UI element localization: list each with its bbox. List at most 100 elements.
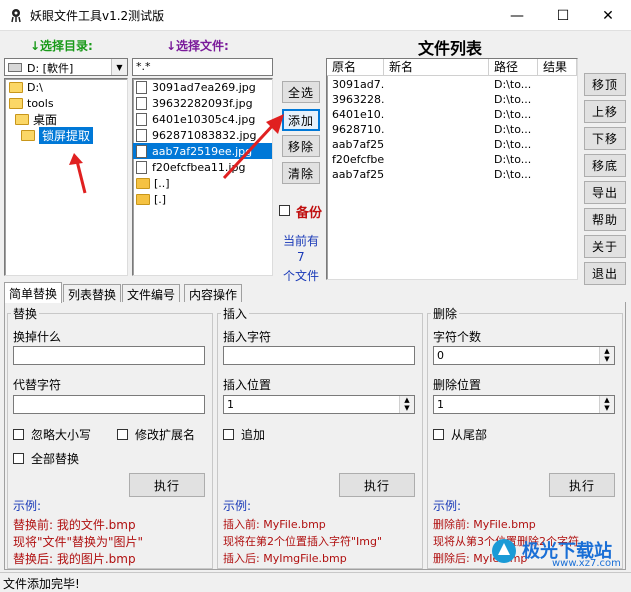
delete-pos-label: 删除位置 [433,378,482,392]
spin-arrows-icon[interactable]: ▲ ▼ [399,396,414,413]
delete-run-button[interactable]: 执行 [549,473,615,497]
find-label: 换掉什么 [13,330,62,344]
file-list-title: 文件列表 [418,39,483,58]
delete-count-stepper[interactable]: 0 ▲ ▼ [433,346,615,365]
column-header-result[interactable]: 结果 [538,59,577,76]
tab-file-numbering[interactable]: 文件编号 [122,284,181,303]
title-bar: 妖眼文件工具v1.2测试版 — ☐ ✕ [0,0,631,31]
file-filter-input[interactable]: *.* [132,58,273,76]
select-all-button[interactable]: 全选 [282,81,320,103]
insert-pos-label: 插入位置 [223,378,272,392]
insert-pos-stepper[interactable]: 1 ▲ ▼ [223,395,415,414]
watermark-url: www.xz7.com [552,558,621,569]
delete-example-before: 删除前: MyFile.bmp [433,518,536,531]
append-checkbox[interactable] [223,429,234,440]
file-count-value: 7 [297,250,305,264]
backup-checkbox[interactable] [279,205,290,216]
ignore-case-label: 忽略大小写 [31,428,92,442]
from-end-label: 从尾部 [451,428,488,442]
folder-open-icon [21,129,35,141]
insert-example-action: 现将在第2个位置插入字符"Img" [223,535,383,548]
delete-group-label: 删除 [431,305,460,322]
exit-button[interactable]: 退出 [584,262,626,285]
tree-item-desktop[interactable]: 桌面 [15,111,57,127]
annotation-arrow-icon [69,153,87,194]
replace-with-input[interactable] [13,395,205,414]
file-item[interactable]: 3091ad7ea269.jpg [133,79,272,95]
file-icon [136,160,147,174]
insert-run-button[interactable]: 执行 [339,473,415,497]
insert-example-after: 插入后: MyImgFile.bmp [223,552,347,565]
replace-example-title: 示例: [13,499,42,513]
chevron-down-icon[interactable]: ▼ [111,59,127,75]
replace-example-before: 替换前: 我的文件.bmp [13,518,136,532]
insert-example-title: 示例: [223,499,252,513]
tree-item-tools[interactable]: tools [9,95,54,111]
append-label: 追加 [241,428,266,442]
drive-select[interactable]: D: [軟件] ▼ [4,58,128,76]
insert-char-input[interactable] [223,346,415,365]
move-top-button[interactable]: 移顶 [584,73,626,96]
spin-arrows-icon[interactable]: ▲ ▼ [599,347,614,364]
replace-all-label: 全部替换 [31,452,80,466]
close-button[interactable]: ✕ [585,0,631,31]
watermark: 极光下载站 www.xz7.com [490,535,630,571]
insert-group-label: 插入 [221,305,250,322]
column-header-original[interactable]: 原名 [327,59,384,76]
export-button[interactable]: 导出 [584,181,626,204]
drive-icon [8,63,22,72]
help-button[interactable]: 帮助 [584,208,626,231]
select-dir-label: ↓选择目录: [30,39,93,53]
annotation-arrow-icon [222,114,284,180]
change-ext-checkbox[interactable] [117,429,128,440]
file-icon [136,80,147,94]
spin-arrows-icon[interactable]: ▲ ▼ [599,396,614,413]
move-down-button[interactable]: 下移 [584,127,626,150]
delete-example-title: 示例: [433,499,462,513]
insert-example-before: 插入前: MyFile.bmp [223,518,326,531]
folder-icon [136,177,150,189]
folder-open-icon [9,81,23,93]
file-item[interactable]: 39632282093f.jpg [133,95,272,111]
delete-count-label: 字符个数 [433,330,482,344]
replace-example-action: 现将"文件"替换为"图片" [13,535,144,549]
file-count-prefix: 当前有 [283,234,320,248]
column-header-new[interactable]: 新名 [384,59,489,76]
insert-char-label: 插入字符 [223,330,272,344]
replace-all-checkbox[interactable] [13,453,24,464]
folder-open-icon [15,113,29,125]
move-bottom-button[interactable]: 移底 [584,154,626,177]
window-title: 妖眼文件工具v1.2测试版 [30,9,165,23]
file-icon [136,144,147,158]
folder-open-icon [9,97,23,109]
watermark-logo-icon [492,539,516,563]
replace-example-after: 替换后: 我的图片.bmp [13,552,136,566]
tab-simple-replace[interactable]: 简单替换 [4,282,63,303]
ignore-case-checkbox[interactable] [13,429,24,440]
tab-list-replace[interactable]: 列表替换 [63,284,122,303]
file-icon [136,112,147,126]
change-ext-label: 修改扩展名 [135,428,196,442]
from-end-checkbox[interactable] [433,429,444,440]
select-file-label: ↓选择文件: [166,39,229,53]
file-count-suffix: 个文件 [283,269,320,283]
tree-item-drive[interactable]: D:\ [9,79,43,95]
find-input[interactable] [13,346,205,365]
move-up-button[interactable]: 上移 [584,100,626,123]
tab-content-ops[interactable]: 内容操作 [184,284,243,303]
minimize-button[interactable]: — [494,0,540,31]
file-list-table[interactable]: 原名 新名 路径 结果 3091ad7... D:\to... 3963228.… [326,58,578,280]
status-bar: 文件添加完毕! [0,572,631,591]
directory-tree[interactable]: D:\ tools 桌面 锁屏提取 [4,78,128,276]
about-button[interactable]: 关于 [584,235,626,258]
drive-select-value: D: [軟件] [27,62,74,75]
maximize-button[interactable]: ☐ [540,0,586,31]
folder-item-current[interactable]: [.] [133,191,272,207]
replace-run-button[interactable]: 执行 [129,473,205,497]
status-text: 文件添加完毕! [3,577,80,591]
column-header-path[interactable]: 路径 [489,59,538,76]
tree-item-lockscreen[interactable]: 锁屏提取 [21,126,94,144]
delete-pos-stepper[interactable]: 1 ▲ ▼ [433,395,615,414]
folder-icon [136,193,150,205]
file-icon [136,128,147,142]
